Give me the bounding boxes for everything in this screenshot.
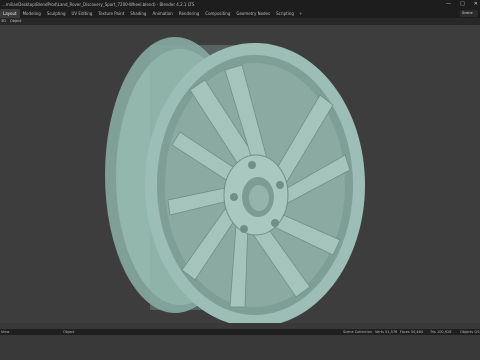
status-objects: Objects 0/1 bbox=[460, 330, 480, 334]
wheel-render bbox=[105, 37, 365, 323]
object-menu[interactable]: Object bbox=[10, 18, 21, 25]
status-faces: Faces 50,464 bbox=[400, 330, 424, 334]
3d-viewport[interactable] bbox=[0, 25, 480, 323]
tab-scripting[interactable]: Scripting bbox=[273, 9, 297, 18]
workspace-tabbar: Layout Modeling Sculpting UV Editing Tex… bbox=[0, 9, 480, 18]
status-verts: Verts 51,576 bbox=[375, 330, 398, 334]
workspace-tabs: Layout Modeling Sculpting UV Editing Tex… bbox=[0, 9, 304, 18]
scene-selector[interactable]: Scene bbox=[460, 10, 478, 17]
lug-nut-4 bbox=[240, 225, 248, 233]
tab-compositing[interactable]: Compositing bbox=[202, 9, 233, 18]
close-button[interactable]: ✕ bbox=[474, 1, 478, 7]
tab-rendering[interactable]: Rendering bbox=[176, 9, 202, 18]
tab-texture-paint[interactable]: Texture Paint bbox=[95, 9, 127, 18]
viewport-header: 3D Object Global ◦ ⌁ ◎ bbox=[0, 18, 480, 42]
tab-shading[interactable]: Shading bbox=[127, 9, 149, 18]
status-bar: View Object Scene Collection Verts 51,57… bbox=[0, 323, 480, 360]
status-left-object: Object bbox=[63, 330, 75, 334]
tab-layout[interactable]: Layout bbox=[0, 9, 20, 18]
status-left-view: View bbox=[1, 330, 10, 334]
lug-nut-5 bbox=[230, 193, 238, 201]
scene-name: Scene bbox=[462, 11, 473, 15]
lug-nut-1 bbox=[248, 161, 256, 169]
tab-sculpting[interactable]: Sculpting bbox=[44, 9, 69, 18]
minimize-button[interactable]: — bbox=[446, 1, 451, 7]
tab-modeling[interactable]: Modeling bbox=[20, 9, 44, 18]
add-workspace-button[interactable]: + bbox=[297, 9, 304, 18]
window-controls: — □ ✕ bbox=[446, 1, 478, 7]
status-tris: Tris 100,928 bbox=[430, 330, 452, 334]
status-strip: View Object Scene Collection Verts 51,57… bbox=[0, 329, 480, 335]
tab-geometry-nodes[interactable]: Geometry Nodes bbox=[233, 9, 273, 18]
maximize-button[interactable]: □ bbox=[460, 1, 465, 7]
tab-uv-editing[interactable]: UV Editing bbox=[69, 9, 96, 18]
window-titlebar: ...mil\anDesktop\BlendProd\Land_Rover_Di… bbox=[0, 0, 480, 9]
editor-type-menu[interactable]: 3D bbox=[1, 18, 6, 25]
lug-nut-2 bbox=[276, 181, 284, 189]
tab-animation[interactable]: Animation bbox=[149, 9, 175, 18]
hub-center-cap bbox=[249, 185, 269, 211]
window-title: ...mil\anDesktop\BlendProd\Land_Rover_Di… bbox=[2, 2, 195, 7]
lug-nut-3 bbox=[271, 219, 279, 227]
status-scene-collection: Scene Collection bbox=[343, 330, 373, 334]
